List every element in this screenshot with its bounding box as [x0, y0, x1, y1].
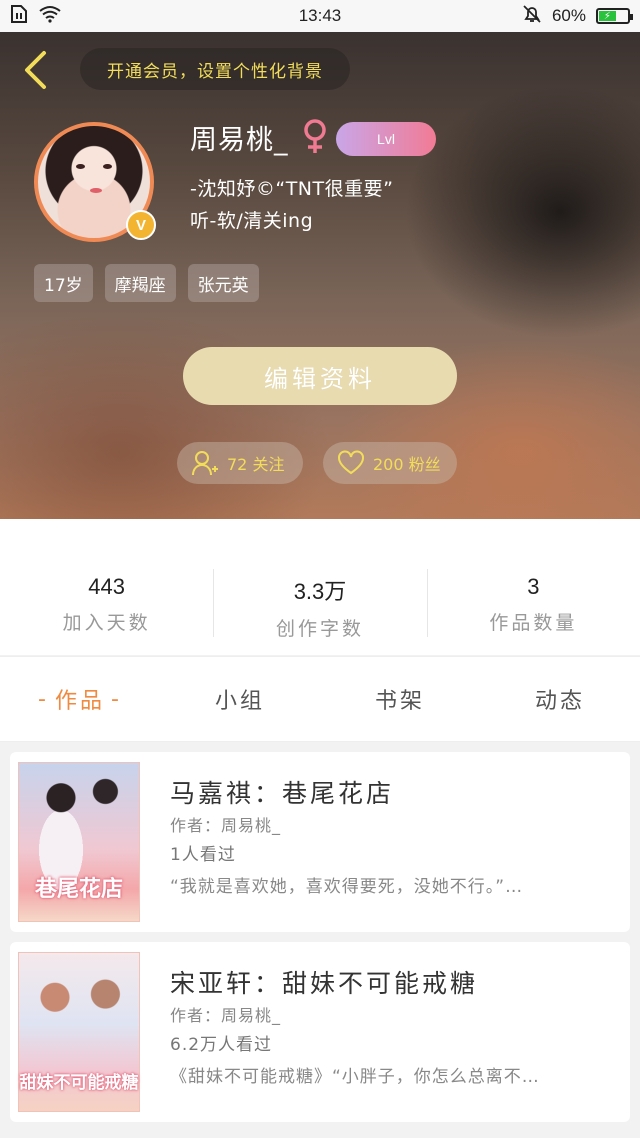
status-right-icons: 60% ⚡ [430, 4, 633, 29]
battery-fill: ⚡ [599, 11, 616, 22]
bio-line-1: -沈知妤©“TNT很重要” [190, 178, 394, 200]
username: 周易桃_ [190, 125, 289, 156]
edit-profile-button[interactable]: 编辑资料 [183, 347, 457, 405]
stat-days-joined: 443 加入天数 [0, 519, 213, 655]
battery-percent: 60% [551, 6, 586, 25]
sim-icon [10, 4, 28, 29]
fans-button[interactable]: 200 粉丝 [323, 442, 457, 484]
status-bar: 13:43 60% ⚡ [0, 0, 640, 32]
stat-label: 创作字数 [275, 618, 364, 640]
stat-label: 作品数量 [489, 612, 578, 634]
female-icon [300, 118, 330, 156]
heart-icon [338, 450, 364, 475]
work-excerpt: 《甜妹不可能戒糖》“小胖子，你怎么总离不… [170, 1067, 540, 1087]
stat-value: 3 [527, 574, 540, 599]
chevron-left-icon [25, 51, 46, 89]
work-card[interactable]: 甜妹不可能戒糖 宋亚轩：甜妹不可能戒糖 作者：周易桃_ 6.2万人看过 《甜妹不… [10, 942, 630, 1122]
work-title: 宋亚轩：甜妹不可能戒糖 [170, 969, 479, 998]
battery-icon: ⚡ [596, 8, 633, 24]
status-left-icons [10, 4, 210, 29]
tab-works[interactable]: - 作品 - [0, 657, 160, 741]
stat-value: 3.3万 [293, 579, 347, 604]
stats-panel: 443 加入天数 3.3万 创作字数 3 作品数量 [0, 519, 640, 655]
mute-bell-icon [522, 4, 542, 29]
tab-indicator-right: - [111, 686, 122, 712]
tab-indicator-left: - [38, 686, 49, 712]
tag-age: 17岁 [34, 264, 93, 302]
stat-label: 加入天数 [62, 612, 151, 634]
tag-zodiac: 摩羯座 [104, 264, 176, 302]
following-label: 72 关注 [227, 455, 285, 474]
add-user-icon [192, 451, 218, 476]
follow-row: 72 关注 200 粉丝 [177, 442, 457, 484]
work-author: 作者：周易桃_ [170, 816, 282, 835]
tag-idol: 张元英 [187, 264, 259, 302]
work-cover-image[interactable]: 巷尾花店 [18, 762, 140, 922]
work-excerpt: “我就是喜欢她，喜欢得要死，没她不行。”… [170, 877, 524, 897]
verified-badge: V [126, 210, 156, 240]
stat-value: 443 [88, 574, 126, 599]
avatar-eyes [74, 164, 114, 172]
work-views: 1人看过 [170, 845, 236, 865]
status-time: 13:43 [298, 6, 342, 25]
work-title: 马嘉祺：巷尾花店 [170, 779, 395, 808]
work-card[interactable]: 巷尾花店 马嘉祺：巷尾花店 作者：周易桃_ 1人看过 “我就是喜欢她，喜欢得要死… [10, 752, 630, 932]
tab-groups[interactable]: 小组 [160, 657, 320, 741]
avatar-lips [90, 188, 102, 193]
wifi-icon [38, 5, 62, 28]
vip-banner[interactable]: 开通会员，设置个性化背景 [80, 48, 350, 90]
avatar[interactable]: V [34, 122, 156, 242]
cover-title-art: 巷尾花店 [34, 877, 123, 902]
fans-label: 200 粉丝 [373, 455, 441, 474]
stat-works-count: 3 作品数量 [426, 519, 640, 655]
stat-word-count: 3.3万 创作字数 [213, 519, 426, 655]
work-views: 6.2万人看过 [170, 1035, 273, 1055]
bio-line-2: 听-软/清关ing [190, 210, 314, 232]
profile-tabs: - 作品 - 小组 书架 动态 [0, 656, 640, 742]
following-button[interactable]: 72 关注 [177, 442, 303, 484]
profile-tags: 17岁 摩羯座 张元英 [34, 264, 259, 302]
tab-label: 作品 [54, 689, 105, 714]
level-badge: Lvl [336, 122, 436, 156]
profile-header: 开通会员，设置个性化背景 V 周易桃_ Lvl -沈知妤©“TNT很重要” 听-… [0, 32, 640, 519]
works-list: 巷尾花店 马嘉祺：巷尾花店 作者：周易桃_ 1人看过 “我就是喜欢她，喜欢得要死… [10, 752, 630, 1132]
tab-activity[interactable]: 动态 [480, 657, 640, 741]
work-author: 作者：周易桃_ [170, 1006, 282, 1025]
tab-bookshelf[interactable]: 书架 [320, 657, 480, 741]
work-cover-image[interactable]: 甜妹不可能戒糖 [18, 952, 140, 1112]
cover-title-art: 甜妹不可能戒糖 [19, 1073, 139, 1093]
back-button[interactable] [18, 50, 52, 90]
